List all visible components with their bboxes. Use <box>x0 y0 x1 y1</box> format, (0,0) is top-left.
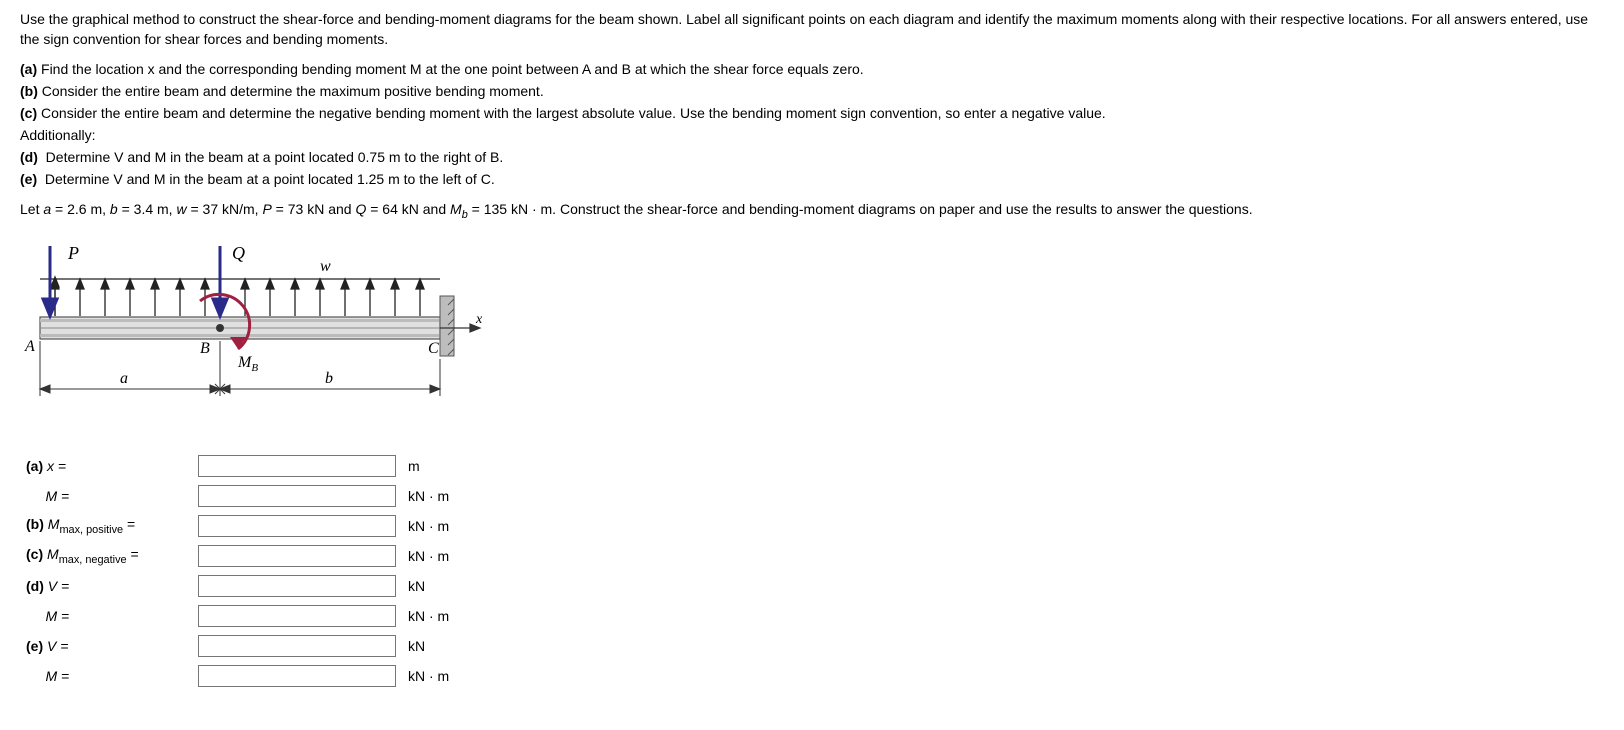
unit-e-M: kN · m <box>408 668 449 684</box>
part-c-tag: (c) <box>20 105 37 121</box>
input-a-x[interactable] <box>198 455 396 477</box>
label-MB: MB <box>237 354 258 374</box>
input-b-M[interactable] <box>198 515 396 537</box>
label-C: C <box>428 340 439 357</box>
ans-e-tag: (e) <box>26 638 43 654</box>
unit-a-M: kN · m <box>408 488 449 504</box>
part-e-text: Determine V and M in the beam at a point… <box>45 171 495 187</box>
fixed-support <box>440 296 454 356</box>
label-A: A <box>24 338 35 355</box>
unit-d-V: kN <box>408 578 425 594</box>
part-c-text: Consider the entire beam and determine t… <box>41 105 1106 121</box>
part-d-tag: (d) <box>20 149 38 165</box>
ans-d-V-label: V = <box>48 578 69 594</box>
ans-d-tag: (d) <box>26 578 44 594</box>
distributed-load-arrows <box>51 279 424 316</box>
label-w: w <box>320 258 331 275</box>
part-d-text: Determine V and M in the beam at a point… <box>46 149 504 165</box>
part-b-text: Consider the entire beam and determine t… <box>42 83 544 99</box>
label-P: P <box>67 243 79 263</box>
input-e-M[interactable] <box>198 665 396 687</box>
ans-a-tag: (a) <box>26 458 43 474</box>
problem-intro: Use the graphical method to construct th… <box>20 10 1604 49</box>
part-b-tag: (b) <box>20 83 38 99</box>
additionally: Additionally: <box>20 127 96 143</box>
given-values: Let a = 2.6 m, b = 3.4 m, w = 37 kN/m, P… <box>20 200 1604 223</box>
input-d-M[interactable] <box>198 605 396 627</box>
unit-c-M: kN · m <box>408 548 449 564</box>
ans-e-V-label: V = <box>47 638 68 654</box>
point-B-pin <box>216 324 224 332</box>
ans-b-M-sub: max, positive <box>59 524 123 536</box>
dim-a: a <box>120 370 128 387</box>
label-x: x <box>475 312 483 327</box>
unit-e-V: kN <box>408 638 425 654</box>
ans-b-tag: (b) <box>26 516 44 532</box>
ans-a-M-label: M = <box>45 488 69 504</box>
part-a-tag: (a) <box>20 61 37 77</box>
input-c-M[interactable] <box>198 545 396 567</box>
ans-e-M-label: M = <box>45 668 69 684</box>
ans-c-M-suffix: = <box>127 546 139 562</box>
part-a-text: Find the location x and the correspondin… <box>41 61 864 77</box>
label-B: B <box>200 340 210 357</box>
ans-a-x-label: x = <box>47 458 66 474</box>
part-e-tag: (e) <box>20 171 37 187</box>
ans-d-M-label: M = <box>45 608 69 624</box>
ans-c-M-prefix: M <box>47 546 59 562</box>
unit-b-M: kN · m <box>408 518 449 534</box>
beam-figure: P Q w A B C MB a b x <box>20 241 1604 431</box>
dim-b: b <box>325 370 333 387</box>
input-e-V[interactable] <box>198 635 396 657</box>
label-Q: Q <box>232 243 245 263</box>
subparts: (a) Find the location x and the correspo… <box>20 59 1604 190</box>
input-d-V[interactable] <box>198 575 396 597</box>
unit-a-x: m <box>408 458 420 474</box>
force-Q <box>213 246 227 316</box>
ans-c-tag: (c) <box>26 546 43 562</box>
ans-c-M-sub: max, negative <box>59 554 127 566</box>
ans-b-M-prefix: M <box>48 516 60 532</box>
ans-b-M-suffix: = <box>123 516 135 532</box>
input-a-M[interactable] <box>198 485 396 507</box>
beam-body <box>40 317 440 339</box>
answer-table: (a) x = m M = kN · m (b) Mmax, positive … <box>20 451 455 691</box>
unit-d-M: kN · m <box>408 608 449 624</box>
